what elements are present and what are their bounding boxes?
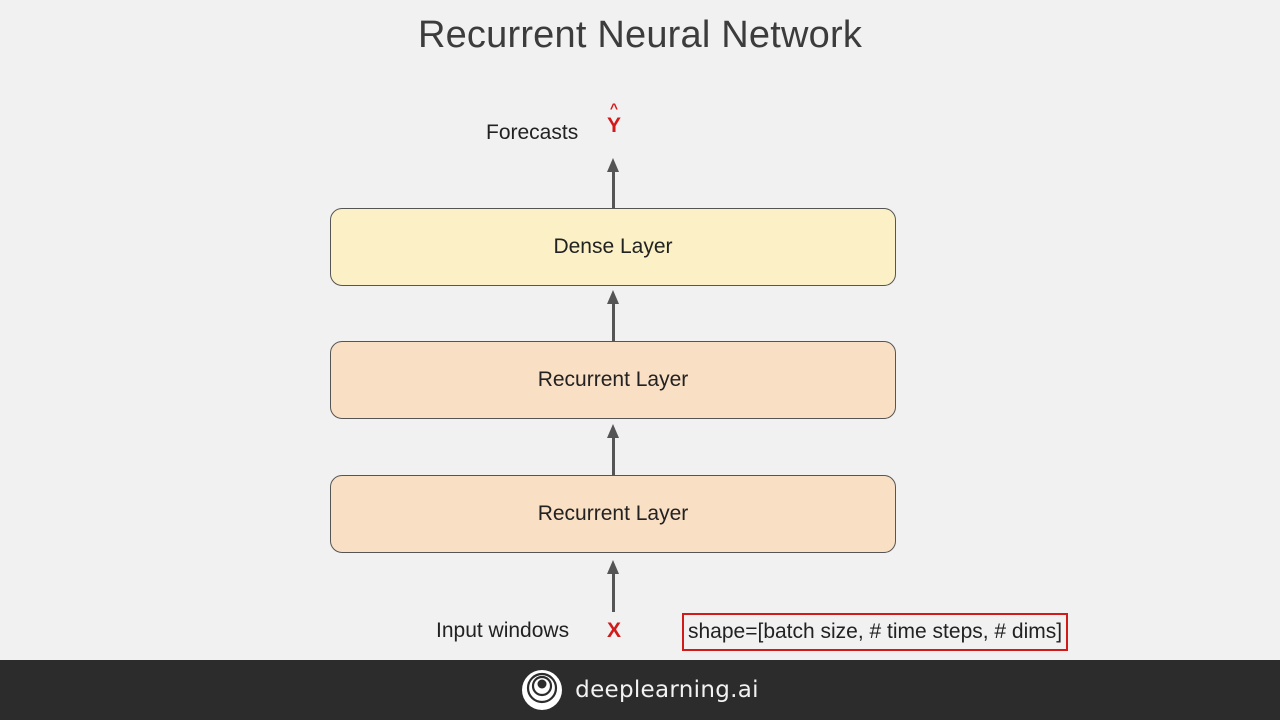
recurrent-layer-box-upper: Recurrent Layer (330, 341, 896, 419)
y-symbol: Y (606, 114, 621, 137)
y-hat-symbol: ^ Y (604, 100, 624, 137)
forecasts-label: Forecasts (486, 121, 579, 144)
input-windows-label: Input windows (436, 619, 570, 642)
slide-title: Recurrent Neural Network (417, 14, 863, 56)
footer-bar: deeplearning.ai (0, 660, 1280, 720)
hat-accent: ^ (609, 100, 619, 116)
recurrent-layer-box-lower: Recurrent Layer (330, 475, 896, 553)
slide: Recurrent Neural Network Forecasts ^ Y D… (0, 0, 1280, 660)
arrow-recurrent-to-recurrent (607, 424, 619, 475)
dense-layer-box: Dense Layer (330, 208, 896, 286)
arrow-input-to-recurrent (607, 560, 619, 612)
shape-annotation-box: shape=[batch size, # time steps, # dims] (682, 613, 1069, 651)
shape-annotation-text: shape=[batch size, # time steps, # dims] (688, 620, 1063, 643)
recurrent-layer-label: Recurrent Layer (537, 368, 689, 391)
deeplearning-logo-icon (522, 670, 563, 710)
brand-name: deeplearning.ai (575, 677, 759, 703)
x-symbol: X (606, 619, 621, 642)
recurrent-layer-label: Recurrent Layer (537, 502, 689, 525)
arrow-dense-to-output (607, 158, 619, 208)
arrow-recurrent-to-dense (607, 290, 619, 341)
dense-layer-label: Dense Layer (553, 235, 673, 258)
